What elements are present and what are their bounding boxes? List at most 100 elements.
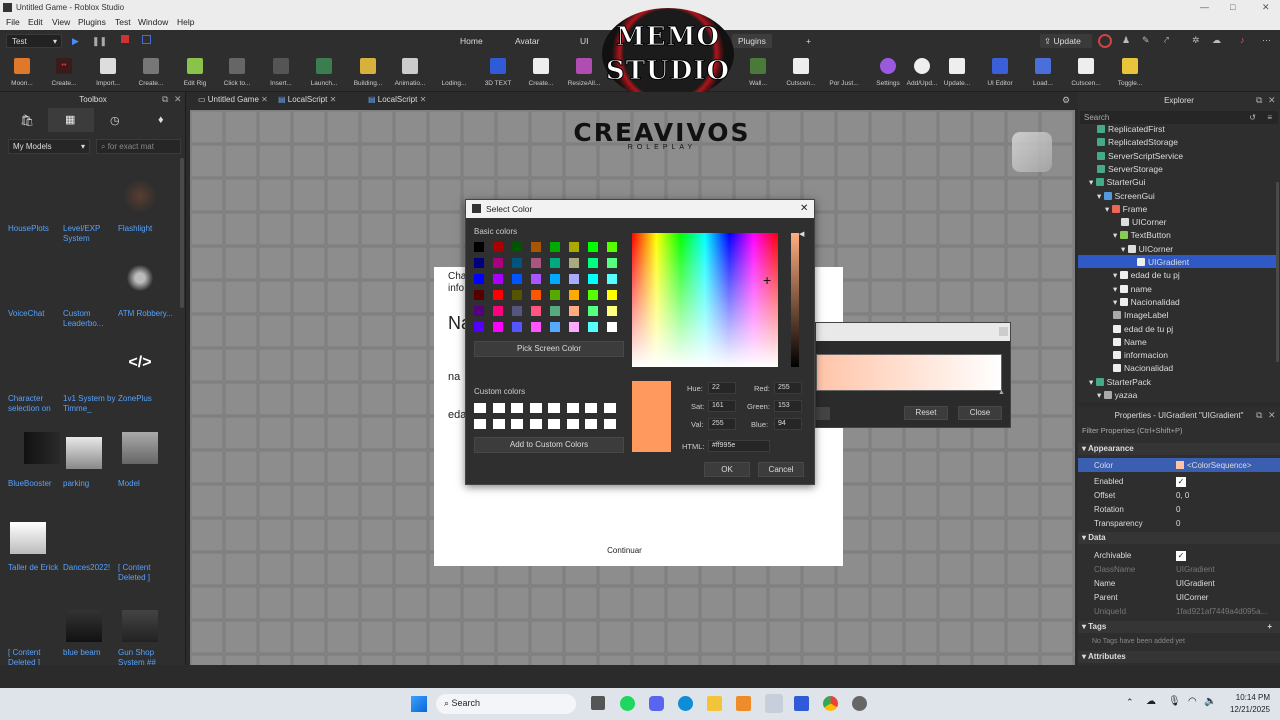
pause-icon[interactable]: ❚❚ xyxy=(92,36,107,47)
explorer-item[interactable]: informacion xyxy=(1113,350,1168,360)
windows-start-icon[interactable] xyxy=(411,696,427,712)
section-appearance[interactable]: ▾ Appearance xyxy=(1078,443,1280,455)
houseplots-thumbnail[interactable] xyxy=(12,188,48,220)
parking-thumbnail[interactable] xyxy=(66,437,102,469)
basic-color-swatch[interactable] xyxy=(512,242,522,252)
property-row[interactable]: Color <ColorSequence> xyxy=(1094,461,1274,470)
properties-filter-input[interactable]: Filter Properties (Ctrl+Shift+P) xyxy=(1080,424,1278,437)
basic-color-swatch[interactable] xyxy=(512,258,522,268)
toolbox-item[interactable]: BlueBooster xyxy=(8,479,64,489)
property-row[interactable]: ClassName UIGradient xyxy=(1094,565,1274,574)
blue-input[interactable]: 94 xyxy=(774,418,802,430)
cancel-button[interactable]: Cancel xyxy=(758,462,804,477)
toolbox-item[interactable]: ATM Robbery... xyxy=(118,309,174,319)
basic-color-swatch[interactable] xyxy=(474,306,484,316)
close-window-button[interactable]: ✕ xyxy=(1262,2,1270,13)
plugin-insert[interactable]: Insert... xyxy=(261,58,301,87)
basic-color-swatch[interactable] xyxy=(569,258,579,268)
checkbox[interactable]: ✓ xyxy=(1176,477,1186,487)
val-input[interactable]: 255 xyxy=(708,418,736,430)
explorer-item[interactable]: ▾ TextButton xyxy=(1113,230,1171,241)
view-cube[interactable] xyxy=(1012,132,1052,172)
plugin-cutscene-2[interactable]: Cutscen... xyxy=(1066,58,1106,87)
basic-color-swatch[interactable] xyxy=(607,322,617,332)
custom-color-swatch[interactable] xyxy=(566,403,579,413)
explorer-item[interactable]: ▾ name xyxy=(1113,284,1152,295)
toolbox-scrollbar[interactable] xyxy=(180,158,184,308)
basic-color-swatch[interactable] xyxy=(531,274,541,284)
property-value[interactable]: 0 xyxy=(1176,505,1180,514)
update-button[interactable]: ⇪ Update xyxy=(1040,34,1092,48)
marketplace-icon[interactable]: 🛍 xyxy=(20,114,34,127)
basic-color-swatch[interactable] xyxy=(512,290,522,300)
close-icon[interactable]: ✕ xyxy=(1268,410,1276,421)
basic-color-swatch[interactable] xyxy=(493,290,503,300)
basic-color-swatch[interactable] xyxy=(607,274,617,284)
gradient-button-partial[interactable] xyxy=(816,407,830,420)
hue-input[interactable]: 22 xyxy=(708,382,736,394)
expand-arrow-icon[interactable]: ▾ xyxy=(1097,191,1104,201)
custom-color-swatch[interactable] xyxy=(585,419,597,429)
pick-screen-color-button[interactable]: Pick Screen Color xyxy=(474,341,624,357)
menu-window[interactable]: Window xyxy=(138,17,168,27)
atm-thumbnail[interactable] xyxy=(122,262,158,294)
basic-color-swatch[interactable] xyxy=(512,274,522,284)
minimize-button[interactable]: — xyxy=(1200,2,1209,12)
history-icon[interactable]: ↺ xyxy=(1249,113,1256,122)
basic-color-swatch[interactable] xyxy=(493,306,503,316)
inventory-tab[interactable]: ▦ xyxy=(48,108,94,132)
html-input[interactable]: #ff995e xyxy=(708,440,770,452)
flashlight-thumbnail[interactable] xyxy=(122,180,158,212)
nav-add-tab[interactable]: + xyxy=(806,36,811,46)
menu-help[interactable]: Help xyxy=(177,17,194,27)
gun-shop-thumbnail[interactable] xyxy=(122,610,158,642)
value-slider[interactable] xyxy=(791,233,799,367)
custom-color-swatch[interactable] xyxy=(548,403,560,413)
plugin-loading[interactable]: Loding... xyxy=(434,58,474,87)
explorer-item[interactable]: ReplicatedStorage xyxy=(1097,137,1178,147)
plugin-wall[interactable]: Wall... xyxy=(738,58,778,87)
roblox-studio-taskbar-icon[interactable] xyxy=(765,694,783,713)
edge-icon[interactable] xyxy=(678,696,693,711)
plugin-create-2[interactable]: Create... xyxy=(131,58,171,87)
tab-localscript-1[interactable]: ▤ LocalScript ✕ xyxy=(278,95,336,104)
category-dropdown[interactable]: My Models ▾ xyxy=(8,139,90,154)
app-icon[interactable] xyxy=(852,696,867,711)
gradient-close-button[interactable]: Close xyxy=(958,406,1002,420)
continue-button[interactable]: Continuar xyxy=(434,546,815,555)
explorer-search-input[interactable]: Search ↺ ≡ xyxy=(1080,111,1278,124)
basic-color-swatch[interactable] xyxy=(531,306,541,316)
property-value[interactable]: <ColorSequence> xyxy=(1176,461,1252,470)
gradient-preview[interactable] xyxy=(816,354,1002,391)
menu-view[interactable]: View xyxy=(52,17,70,27)
custom-color-swatch[interactable] xyxy=(566,419,579,429)
basic-color-swatch[interactable] xyxy=(474,242,484,252)
red-input[interactable]: 255 xyxy=(774,382,802,394)
basic-color-swatch[interactable] xyxy=(474,258,484,268)
basic-color-swatch[interactable] xyxy=(474,290,484,300)
basic-color-swatch[interactable] xyxy=(588,274,598,284)
toolbox-item[interactable]: Model xyxy=(118,479,174,489)
nav-home[interactable]: Home xyxy=(460,36,483,46)
expand-arrow-icon[interactable]: ▾ xyxy=(1097,390,1104,400)
hue-saturation-field[interactable]: + xyxy=(632,233,778,367)
basic-color-swatch[interactable] xyxy=(569,290,579,300)
basic-color-swatch[interactable] xyxy=(493,242,503,252)
custom-color-swatch[interactable] xyxy=(474,419,486,429)
explorer-item[interactable]: ▾ Nacionalidad xyxy=(1113,297,1180,308)
clock-date[interactable]: 12/21/2025 xyxy=(1220,705,1270,714)
creations-icon[interactable]: ♦ xyxy=(158,114,164,126)
bell-icon[interactable]: ♪ xyxy=(1240,35,1245,45)
custom-color-swatch[interactable] xyxy=(585,403,597,413)
basic-color-swatch[interactable] xyxy=(493,322,503,332)
close-icon[interactable]: ✕ xyxy=(174,94,182,105)
explorer-item[interactable]: ImageLabel xyxy=(1113,310,1168,320)
section-tags[interactable]: ▾ Tags + xyxy=(1078,621,1280,633)
explorer-item[interactable]: ▾ ScreenGui xyxy=(1097,191,1155,202)
cloud-icon[interactable]: ☁ xyxy=(1212,35,1221,46)
plugin-3d-text[interactable]: 3D TEXT xyxy=(478,58,518,87)
recent-icon[interactable]: ◷ xyxy=(110,114,120,127)
basic-color-swatch[interactable] xyxy=(474,322,484,332)
plugin-por-just[interactable]: Por Just... xyxy=(824,58,864,87)
add-to-custom-colors-button[interactable]: Add to Custom Colors xyxy=(474,437,624,453)
